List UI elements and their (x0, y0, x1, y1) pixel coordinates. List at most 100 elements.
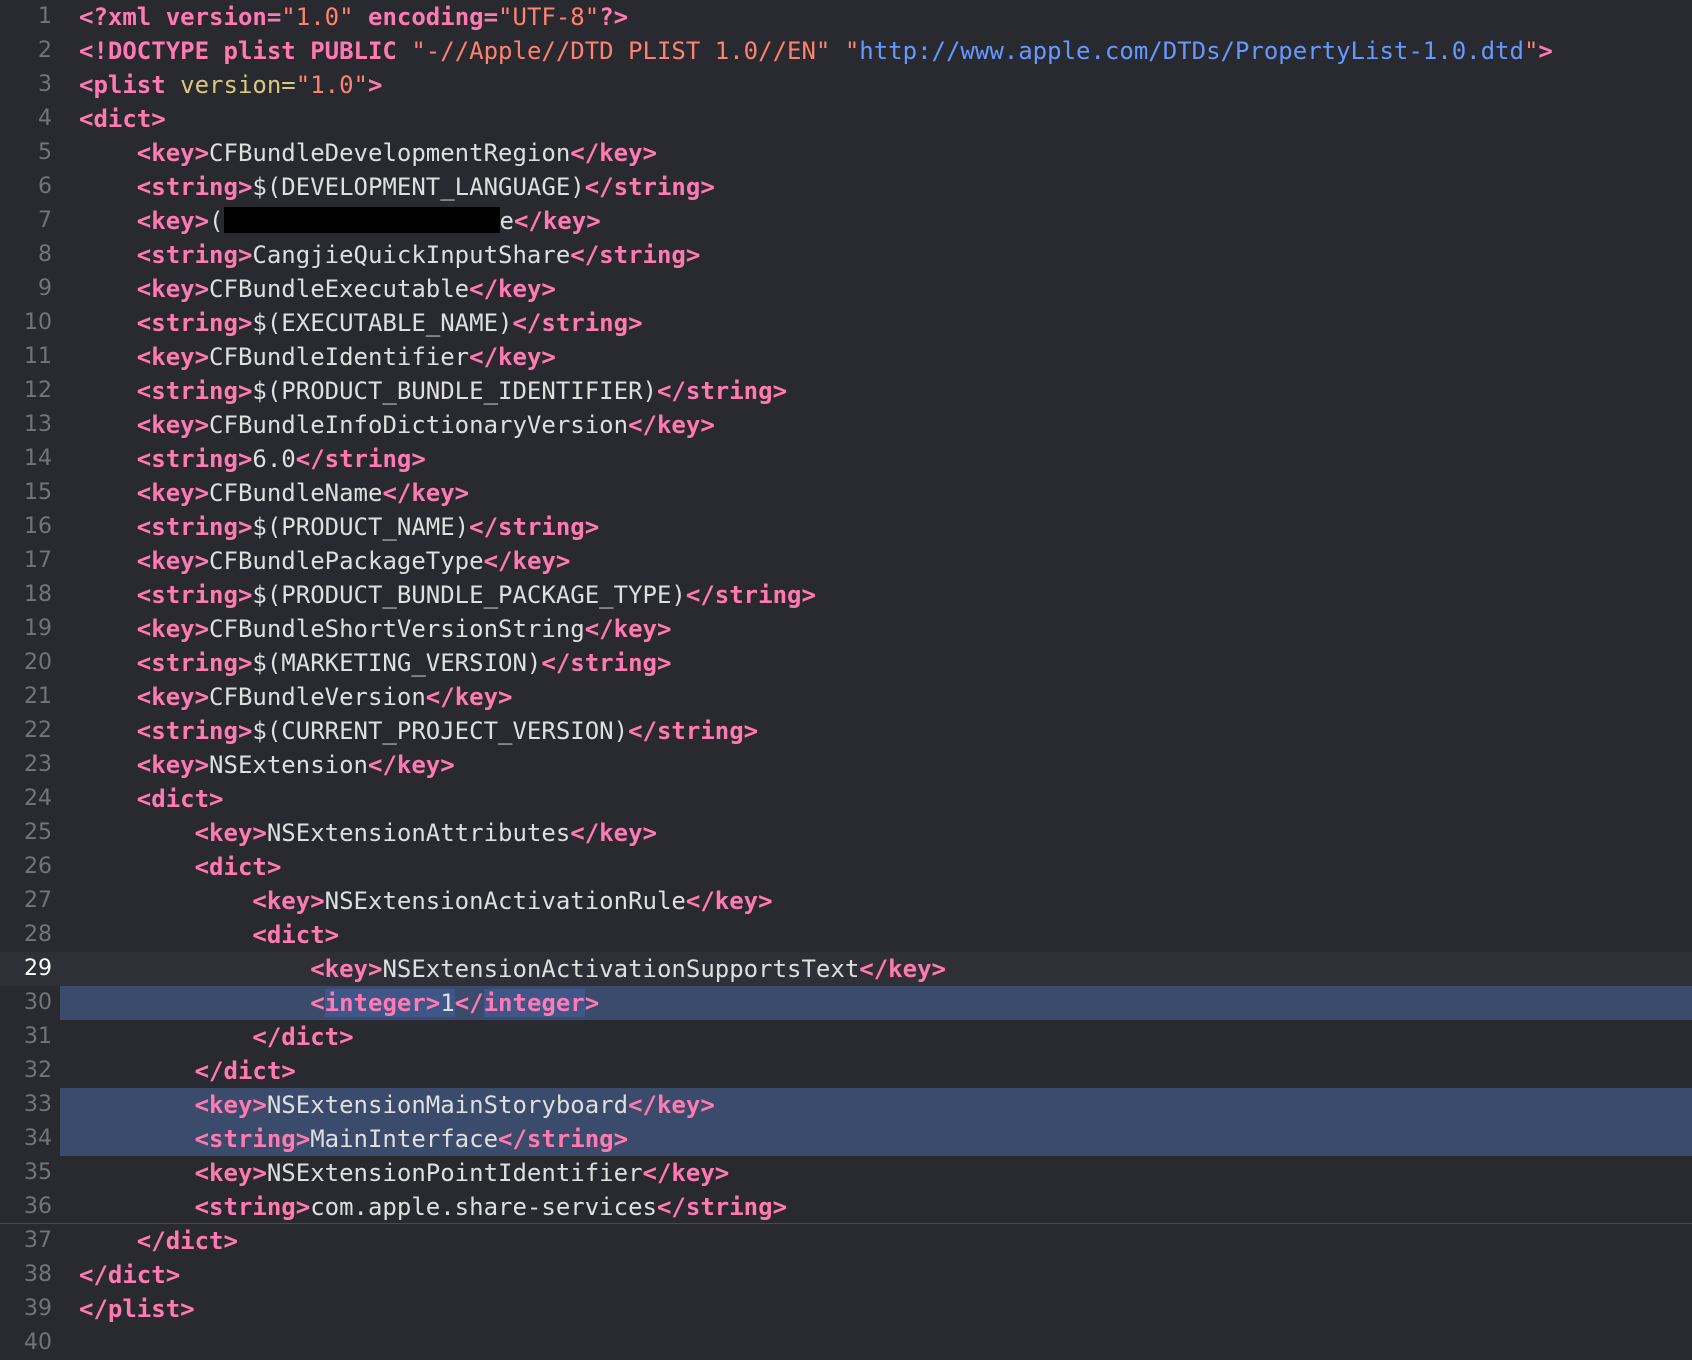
doctype-open: <!DOCTYPE plist PUBLIC (79, 37, 412, 65)
dict-tag: <dict> (136, 785, 224, 813)
line-number: 30 (0, 986, 60, 1020)
code-line[interactable]: 25 <key>NSExtensionAttributes</key> (0, 816, 1692, 850)
key-open-tag: <key> (310, 955, 383, 983)
code-line[interactable]: 15 <key>CFBundleName</key> (0, 476, 1692, 510)
code-line-current[interactable]: 29 <key>NSExtensionActivationSupportsTex… (0, 952, 1692, 986)
key-text: CFBundleInfoDictionaryVersion (209, 411, 629, 439)
plist-version-attr: version= (180, 71, 296, 99)
code-line[interactable]: 17 <key>CFBundlePackageType</key> (0, 544, 1692, 578)
code-line[interactable]: 21 <key>CFBundleVersion</key> (0, 680, 1692, 714)
integer-open-lt: < (310, 989, 325, 1017)
xml-decl-open: <?xml version= (79, 3, 282, 31)
integer-open-name-highlight: integer (324, 989, 426, 1017)
code-content: <key>NSExtensionPointIdentifier</key> (79, 1156, 730, 1190)
line-number: 1 (38, 4, 52, 29)
string-text: $(PRODUCT_NAME) (252, 513, 470, 541)
key-open-tag: <key> (136, 615, 210, 643)
key-open-tag: <key> (136, 207, 210, 235)
code-line[interactable]: 20 <string>$(MARKETING_VERSION)</string> (0, 646, 1692, 680)
code-line[interactable]: 35 <key>NSExtensionPointIdentifier</key> (0, 1156, 1692, 1190)
code-content: <key>CFBundleDevelopmentRegion</key> (79, 136, 657, 170)
code-line[interactable]: 37 </dict> (0, 1224, 1692, 1258)
code-line[interactable]: 23 <key>NSExtension</key> (0, 748, 1692, 782)
line-number: 40 (24, 1330, 52, 1355)
code-line[interactable]: 1 <?xml version="1.0" encoding="UTF-8"?> (0, 0, 1692, 34)
code-line[interactable]: 16 <string>$(PRODUCT_NAME)</string> (0, 510, 1692, 544)
code-line[interactable]: 18 <string>$(PRODUCT_BUNDLE_PACKAGE_TYPE… (0, 578, 1692, 612)
key-close-tag: </key> (628, 411, 715, 439)
doctype-dtd-url[interactable]: http://www.apple.com/DTDs/PropertyList-1… (859, 37, 1524, 65)
line-number: 9 (38, 276, 52, 301)
code-line[interactable]: 28 <dict> (0, 918, 1692, 952)
code-line[interactable]: 9 <key>CFBundleExecutable</key> (0, 272, 1692, 306)
code-line[interactable]: 19 <key>CFBundleShortVersionString</key> (0, 612, 1692, 646)
code-line[interactable]: 10 <string>$(EXECUTABLE_NAME)</string> (0, 306, 1692, 340)
key-open-tag: <key> (194, 1091, 267, 1119)
key-open-tag: <key> (136, 139, 210, 167)
dict-close-tag: </dict> (194, 1057, 296, 1085)
code-line-selected[interactable]: 30 <integer>1</integer> (0, 986, 1692, 1020)
integer-close-lt: </ (454, 989, 484, 1017)
code-content: <string>com.apple.share-services</string… (79, 1190, 787, 1224)
line-number: 26 (24, 854, 52, 879)
key-text: NSExtensionAttributes (266, 819, 571, 847)
code-line[interactable]: 24 <dict> (0, 782, 1692, 816)
code-editor[interactable]: 1 <?xml version="1.0" encoding="UTF-8"?>… (0, 0, 1692, 1360)
key-close-tag: </key> (642, 1159, 730, 1187)
code-line[interactable]: 40 (0, 1326, 1692, 1360)
key-open-tag: <key> (136, 411, 210, 439)
code-line[interactable]: 31 </dict> (0, 1020, 1692, 1054)
code-content: <key>CFBundleShortVersionString</key> (79, 612, 672, 646)
code-content: <key>NSExtensionActivationRule</key> (79, 884, 772, 918)
line-number: 18 (24, 582, 52, 607)
code-line[interactable]: 7 <key>(e</key> (0, 204, 1692, 238)
line-number: 36 (24, 1194, 52, 1219)
key-text-tail: e (499, 207, 514, 235)
code-line[interactable]: 14 <string>6.0</string> (0, 442, 1692, 476)
key-text: NSExtensionMainStoryboard (266, 1091, 629, 1119)
string-close-tag: </string> (656, 1193, 788, 1221)
line-number: 11 (24, 344, 52, 369)
code-line[interactable]: 5 <key>CFBundleDevelopmentRegion</key> (0, 136, 1692, 170)
code-line[interactable]: 12 <string>$(PRODUCT_BUNDLE_IDENTIFIER)<… (0, 374, 1692, 408)
integer-close-name-highlight: integer (483, 989, 585, 1017)
code-line[interactable]: 32 </dict> (0, 1054, 1692, 1088)
code-content: <dict> (79, 782, 224, 816)
code-line[interactable]: 8 <string>CangjieQuickInputShare</string… (0, 238, 1692, 272)
code-content: <string>6.0</string> (79, 442, 426, 476)
code-line[interactable]: 4 <dict> (0, 102, 1692, 136)
code-line[interactable]: 26 <dict> (0, 850, 1692, 884)
code-content: </dict> (79, 1224, 238, 1258)
code-line[interactable]: 39 </plist> (0, 1292, 1692, 1326)
code-line[interactable]: 2 <!DOCTYPE plist PUBLIC "-//Apple//DTD … (0, 34, 1692, 68)
code-line[interactable]: 11 <key>CFBundleIdentifier</key> (0, 340, 1692, 374)
code-content: <key>CFBundleInfoDictionaryVersion</key> (79, 408, 715, 442)
line-number: 12 (24, 378, 52, 403)
line-number: 14 (24, 446, 52, 471)
code-line[interactable]: 38 </dict> (0, 1258, 1692, 1292)
line-number: 3 (38, 72, 52, 97)
integer-close-gt: > (584, 989, 600, 1017)
string-open-tag: <string> (136, 377, 253, 405)
string-text: CangjieQuickInputShare (252, 241, 571, 269)
code-line[interactable]: 13 <key>CFBundleInfoDictionaryVersion</k… (0, 408, 1692, 442)
code-line[interactable]: 27 <key>NSExtensionActivationRule</key> (0, 884, 1692, 918)
key-text: CFBundleDevelopmentRegion (209, 139, 571, 167)
key-close-tag: </key> (469, 343, 556, 371)
line-number: 38 (24, 1262, 52, 1287)
code-content: </dict> (79, 1020, 353, 1054)
code-line[interactable]: 3 <plist version="1.0"> (0, 68, 1692, 102)
key-text: NSExtensionPointIdentifier (266, 1159, 643, 1187)
code-line-selected[interactable]: 34 <string>MainInterface</string> (0, 1122, 1692, 1156)
code-content: </plist> (79, 1292, 195, 1326)
code-content: <plist version="1.0"> (79, 68, 382, 102)
string-close-tag: </string> (498, 1125, 629, 1153)
string-text: $(CURRENT_PROJECT_VERSION) (252, 717, 629, 745)
code-line[interactable]: 36 <string>com.apple.share-services</str… (0, 1190, 1692, 1224)
code-line[interactable]: 22 <string>$(CURRENT_PROJECT_VERSION)</s… (0, 714, 1692, 748)
code-line[interactable]: 6 <string>$(DEVELOPMENT_LANGUAGE)</strin… (0, 170, 1692, 204)
string-close-tag: </string> (512, 309, 643, 337)
key-close-tag: </key> (368, 751, 455, 779)
code-line-selected[interactable]: 33 <key>NSExtensionMainStoryboard</key> (0, 1088, 1692, 1122)
xml-decl-close: ?> (599, 3, 629, 31)
